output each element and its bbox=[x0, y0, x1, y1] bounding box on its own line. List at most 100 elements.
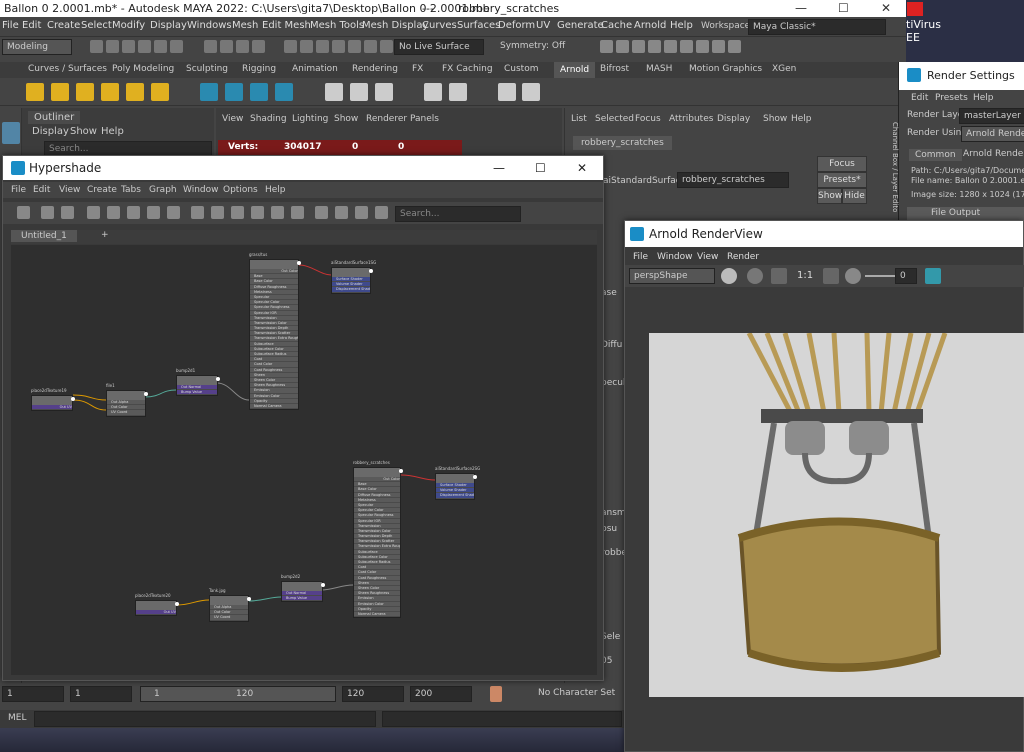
shelf-tab-xgen[interactable]: XGen bbox=[772, 64, 796, 74]
rs-menu-help[interactable]: Help bbox=[973, 93, 994, 103]
shelf-tab-animation[interactable]: Animation bbox=[292, 64, 338, 74]
viewport-menu-show[interactable]: Show bbox=[334, 114, 358, 124]
menu-windows[interactable]: Windows bbox=[187, 20, 232, 31]
hs-tool-icon-6[interactable] bbox=[147, 206, 160, 219]
menu-mesh-tools[interactable]: Mesh Tools bbox=[310, 20, 364, 31]
render-icon[interactable] bbox=[721, 268, 737, 284]
ae-focus-button[interactable]: Focus bbox=[817, 156, 867, 172]
time-current-field[interactable]: 1 bbox=[70, 686, 132, 702]
rs-menu-edit[interactable]: Edit bbox=[911, 93, 928, 103]
node-graph-canvas[interactable]: Out Color Base Base Color Diffuse Roughness… bbox=[11, 245, 597, 675]
menu-curves[interactable]: Curves bbox=[422, 20, 457, 31]
node-place2[interactable]: Out UV bbox=[135, 600, 177, 617]
rs-layer-dropdown[interactable]: masterLayer bbox=[959, 108, 1024, 124]
ae-node-name-field[interactable]: robbery_scratches bbox=[677, 172, 789, 188]
region-render-icon[interactable] bbox=[747, 268, 763, 284]
close-icon[interactable]: ✕ bbox=[881, 0, 891, 17]
menu-create[interactable]: Create bbox=[47, 20, 80, 31]
hs-menu-graph[interactable]: Graph bbox=[149, 185, 177, 195]
node-bump1[interactable]: Out Normal Bump Value bbox=[176, 375, 218, 397]
mel-input[interactable] bbox=[34, 711, 376, 727]
outliner-tab[interactable]: Outliner bbox=[28, 111, 81, 124]
ae-menu-show[interactable]: Show bbox=[763, 114, 787, 124]
hs-tool-icon-15[interactable] bbox=[335, 206, 348, 219]
menu-deform[interactable]: Deform bbox=[498, 20, 535, 31]
ratio-button[interactable]: 1:1 bbox=[797, 270, 813, 281]
node-file2[interactable]: Out Alpha Out Color UV Coord bbox=[209, 595, 249, 622]
hs-menu-options[interactable]: Options bbox=[223, 185, 258, 195]
render-settings-icon[interactable] bbox=[925, 268, 941, 284]
shelf-icon-13[interactable] bbox=[424, 83, 442, 101]
toolbar-icon-6[interactable] bbox=[204, 40, 217, 53]
toolbar-icon-16[interactable] bbox=[380, 40, 393, 53]
shelf-icon-1[interactable] bbox=[51, 83, 69, 101]
render-toolbar-icon-4[interactable] bbox=[664, 40, 677, 53]
shelf-icon-5[interactable] bbox=[151, 83, 169, 101]
shelf-tab-fx-caching[interactable]: FX Caching bbox=[442, 64, 493, 74]
hs-menu-help[interactable]: Help bbox=[265, 185, 286, 195]
node-shader2[interactable]: Out Color Base Base Color Diffuse Roughness… bbox=[353, 467, 401, 619]
hs-tool-icon-2[interactable] bbox=[61, 206, 74, 219]
render-toolbar-icon-3[interactable] bbox=[648, 40, 661, 53]
node-place1[interactable]: Out UV bbox=[31, 395, 73, 412]
frame-icon[interactable] bbox=[823, 268, 839, 284]
time-end2-field[interactable]: 200 bbox=[410, 686, 472, 702]
shelf-icon-10[interactable] bbox=[325, 83, 343, 101]
hs-maximize-icon[interactable]: ☐ bbox=[535, 156, 546, 180]
character-set-dropdown[interactable]: No Character Set bbox=[534, 686, 620, 702]
node-shader1[interactable]: Out Color Base Base Color Diffuse Roughness… bbox=[249, 259, 299, 411]
toolbar-icon-1[interactable] bbox=[106, 40, 119, 53]
exposure-field[interactable]: 0 bbox=[895, 268, 917, 284]
maximize-icon[interactable]: ☐ bbox=[838, 0, 849, 17]
toolbar-icon-8[interactable] bbox=[236, 40, 249, 53]
hs-tool-icon-10[interactable] bbox=[231, 206, 244, 219]
menu-generate[interactable]: Generate bbox=[557, 20, 604, 31]
hs-menu-window[interactable]: Window bbox=[183, 185, 219, 195]
viewport-menu-lighting[interactable]: Lighting bbox=[292, 114, 328, 124]
viewport-menu-panels[interactable]: Panels bbox=[410, 114, 439, 124]
ae-menu-attributes[interactable]: Attributes bbox=[669, 114, 713, 124]
shelf-tab-curves-surfaces[interactable]: Curves / Surfaces bbox=[28, 64, 107, 74]
hs-minimize-icon[interactable]: — bbox=[493, 156, 505, 180]
hs-tool-icon-14[interactable] bbox=[315, 206, 328, 219]
rv-menu-window[interactable]: Window bbox=[657, 252, 693, 262]
time-start-field[interactable]: 1 bbox=[2, 686, 64, 702]
outliner-menu-display[interactable]: Display bbox=[32, 126, 69, 137]
hs-tool-icon-13[interactable] bbox=[291, 206, 304, 219]
menu-uv[interactable]: UV bbox=[536, 20, 550, 31]
mode-dropdown[interactable]: Modeling bbox=[2, 39, 72, 55]
toolbar-icon-2[interactable] bbox=[122, 40, 135, 53]
workspace-dropdown[interactable]: Maya Classic* bbox=[748, 19, 886, 35]
toolbar-icon-13[interactable] bbox=[332, 40, 345, 53]
hs-tool-icon-9[interactable] bbox=[211, 206, 224, 219]
shelf-icon-14[interactable] bbox=[449, 83, 467, 101]
keyframe-icon[interactable] bbox=[490, 686, 502, 702]
select-tool-icon[interactable] bbox=[2, 122, 20, 144]
hs-menu-file[interactable]: File bbox=[11, 185, 26, 195]
ae-show-button[interactable]: Show bbox=[817, 188, 842, 204]
camera-dropdown[interactable]: perspShape bbox=[629, 268, 715, 284]
ae-menu-display[interactable]: Display bbox=[717, 114, 750, 124]
shelf-tab-custom[interactable]: Custom bbox=[504, 64, 538, 74]
menu-mesh-display[interactable]: Mesh Display bbox=[362, 20, 428, 31]
toolbar-icon-5[interactable] bbox=[170, 40, 183, 53]
toolbar-icon-0[interactable] bbox=[90, 40, 103, 53]
shelf-icon-3[interactable] bbox=[101, 83, 119, 101]
menu-edit[interactable]: Edit bbox=[22, 20, 41, 31]
shelf-icon-6[interactable] bbox=[200, 83, 218, 101]
node-file1[interactable]: Out Alpha Out Color UV Coord bbox=[106, 390, 146, 417]
hs-tool-icon-16[interactable] bbox=[355, 206, 368, 219]
rs-tab-arnold[interactable]: Arnold Render bbox=[963, 149, 1024, 159]
toolbar-icon-3[interactable] bbox=[138, 40, 151, 53]
shelf-tab-fx[interactable]: FX bbox=[412, 64, 423, 74]
hs-close-icon[interactable]: ✕ bbox=[577, 156, 587, 180]
viewport-menu-renderer[interactable]: Renderer bbox=[366, 114, 407, 124]
menu-file[interactable]: File bbox=[2, 20, 19, 31]
shelf-icon-2[interactable] bbox=[76, 83, 94, 101]
menu-modify[interactable]: Modify bbox=[112, 20, 145, 31]
shelf-icon-7[interactable] bbox=[225, 83, 243, 101]
hs-tool-icon-7[interactable] bbox=[167, 206, 180, 219]
ae-menu-list[interactable]: List bbox=[571, 114, 587, 124]
shelf-icon-4[interactable] bbox=[126, 83, 144, 101]
render-toolbar-icon-1[interactable] bbox=[616, 40, 629, 53]
